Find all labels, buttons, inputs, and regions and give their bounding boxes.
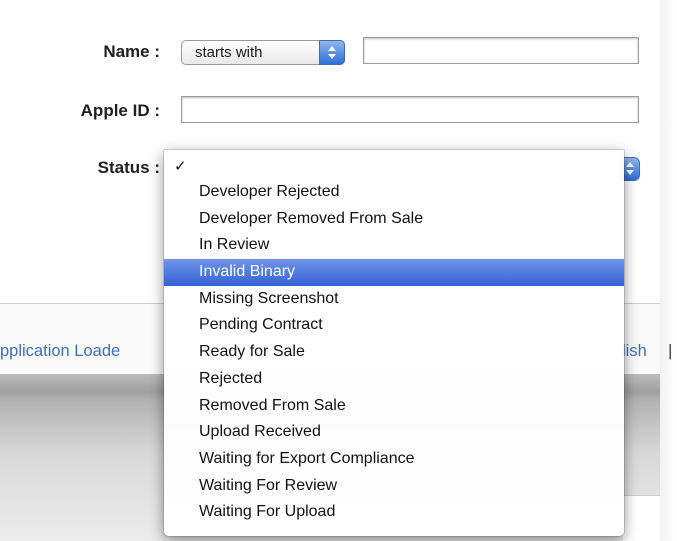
status-label: Status : (97, 158, 160, 177)
status-dropdown-menu: ✓ Developer Rejected Developer Removed F… (164, 150, 624, 536)
menu-item-missing-screenshot[interactable]: Missing Screenshot (164, 286, 624, 313)
popup-arrows-icon (319, 40, 345, 65)
name-label: Name : (103, 42, 160, 61)
menu-item-removed-from-sale[interactable]: Removed From Sale (164, 393, 624, 420)
apple-id-input[interactable] (181, 96, 639, 123)
footer-panel (623, 495, 660, 541)
name-filter-value: starts with (195, 44, 263, 61)
menu-item-waiting-for-export-compliance[interactable]: Waiting for Export Compliance (164, 446, 624, 473)
page: Name : starts with Apple ID : Status : p… (0, 0, 677, 541)
menu-item-in-review[interactable]: In Review (164, 232, 624, 259)
menu-item-pending-contract[interactable]: Pending Contract (164, 312, 624, 339)
name-filter-popup[interactable]: starts with (181, 40, 345, 65)
menu-item-waiting-for-upload[interactable]: Waiting For Upload (164, 499, 624, 526)
frame-edge (660, 0, 677, 541)
status-menu-list: Developer Rejected Developer Removed Fro… (164, 179, 624, 526)
apple-id-label: Apple ID : (80, 101, 160, 120)
menu-item-developer-rejected[interactable]: Developer Rejected (164, 179, 624, 206)
name-input[interactable] (363, 37, 639, 64)
english-link[interactable]: lish (622, 342, 647, 361)
menu-item-rejected[interactable]: Rejected (164, 366, 624, 393)
application-loader-link[interactable]: pplication Loade (0, 342, 120, 361)
menu-item-waiting-for-review[interactable]: Waiting For Review (164, 473, 624, 500)
checkmark-icon: ✓ (174, 158, 187, 175)
menu-item-ready-for-sale[interactable]: Ready for Sale (164, 339, 624, 366)
menu-item-invalid-binary[interactable]: Invalid Binary (164, 259, 624, 286)
footer-separator: | (668, 341, 673, 360)
menu-item-developer-removed-from-sale[interactable]: Developer Removed From Sale (164, 206, 624, 233)
menu-item-upload-received[interactable]: Upload Received (164, 419, 624, 446)
